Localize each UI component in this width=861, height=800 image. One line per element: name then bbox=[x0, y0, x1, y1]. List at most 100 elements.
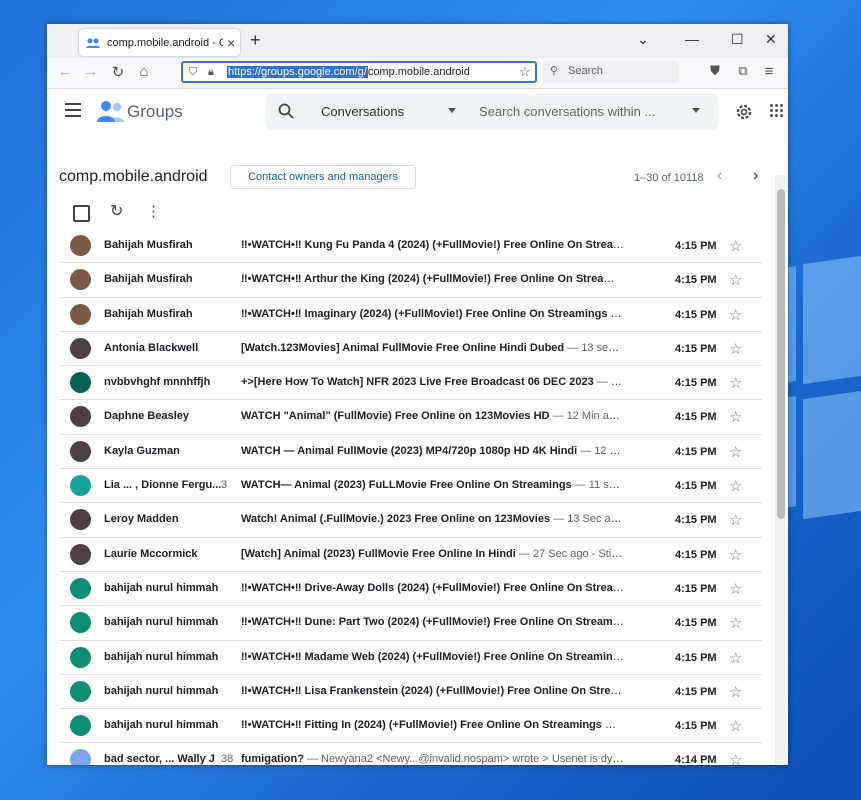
browser-tab[interactable]: comp.mobile.android - Google Groups × bbox=[79, 29, 240, 56]
close-window-button[interactable]: ✕ bbox=[765, 31, 777, 48]
browser-search-placeholder: Search bbox=[568, 65, 603, 77]
search-options-arrow-icon[interactable] bbox=[692, 108, 700, 113]
star-icon[interactable]: ☆ bbox=[729, 717, 742, 735]
star-icon[interactable]: ☆ bbox=[729, 683, 742, 701]
conversation-row[interactable]: Bahijah Musfirah ‼•WATCH•‼ Imaginary (202… bbox=[59, 298, 762, 332]
timestamp: 4:15 PM bbox=[675, 445, 717, 458]
groups-page: Groups Conversations Search conversation… bbox=[47, 89, 788, 765]
subject-text: ‼•WATCH•‼ Dune: Part Two (2024) (+FullMo… bbox=[241, 616, 624, 629]
star-icon[interactable]: ☆ bbox=[729, 340, 742, 358]
new-tab-button[interactable]: + bbox=[250, 30, 261, 51]
sender-name: Laurie Mccormick bbox=[104, 547, 198, 560]
maximize-button[interactable]: ☐ bbox=[731, 31, 744, 48]
reload-icon[interactable]: ↻ bbox=[108, 63, 128, 81]
more-options-icon[interactable]: ⋮ bbox=[146, 202, 161, 220]
star-icon[interactable]: ☆ bbox=[729, 477, 742, 495]
star-icon[interactable]: ☆ bbox=[729, 443, 742, 461]
conversation-row[interactable]: Leroy Madden Watch! Animal (.FullMovie.) … bbox=[59, 503, 762, 538]
conversation-row[interactable]: bahijah nurul himmah ‼•WATCH•‼ Lisa Frank… bbox=[59, 675, 762, 710]
shield-icon[interactable]: ⛉ bbox=[189, 66, 197, 79]
conversation-row[interactable]: Bahijah Musfirah ‼•WATCH•‼ Arthur the Kin… bbox=[59, 263, 762, 298]
browser-search-field[interactable]: ⚲ Search bbox=[543, 61, 679, 83]
conversation-row[interactable]: bahijah nurul himmah ‼•WATCH•‼ Fitting In… bbox=[59, 709, 762, 744]
avatar bbox=[70, 269, 91, 291]
conversation-row[interactable]: bad sector, ... Wally J 38 fumigation? — N… bbox=[59, 743, 762, 765]
conversation-subject[interactable]: WATCH "Animal" (FullMovie) Free Online o… bbox=[241, 410, 624, 422]
pocket-icon[interactable]: ⛊ bbox=[705, 63, 725, 79]
conversation-row[interactable]: Antonia Blackwell [Watch.123Movies] Anima… bbox=[59, 332, 762, 367]
conversation-row[interactable]: bahijah nurul himmah ‼•WATCH•‼ Madame Web… bbox=[59, 641, 762, 675]
search-conversations-input[interactable]: Search conversations within ... bbox=[479, 104, 655, 119]
conversation-subject[interactable]: ‼•WATCH•‼ Lisa Frankenstein (2024) (+Ful… bbox=[241, 685, 624, 697]
conversation-row[interactable]: Bahijah Musfirah ‼•WATCH•‼ Kung Fu Panda … bbox=[59, 229, 762, 264]
conversation-row[interactable]: Lia ... , Dionne Fergu... 3 WATCH— Animal … bbox=[59, 469, 762, 504]
star-icon[interactable]: ☆ bbox=[729, 580, 742, 598]
conversation-subject[interactable]: ‼•WATCH•‼ Imaginary (2024) (+FullMovie!)… bbox=[241, 308, 624, 320]
conversation-row[interactable]: nvbbvhghf mnnhffjh +>[Here How To Watch] … bbox=[59, 366, 762, 401]
star-icon[interactable]: ☆ bbox=[729, 511, 742, 529]
conversation-subject[interactable]: ‼•WATCH•‼ Kung Fu Panda 4 (2024) (+FullM… bbox=[241, 239, 624, 251]
star-icon[interactable]: ☆ bbox=[729, 614, 742, 632]
subject-text: +>[Here How To Watch] NFR 2023 Live Free… bbox=[241, 376, 594, 389]
subject-text: ‼•WATCH•‼ Imaginary (2024) (+FullMovie!)… bbox=[241, 307, 608, 320]
conversation-subject[interactable]: fumigation? — Newyana2 <Newy...@invalid.… bbox=[241, 753, 624, 765]
select-all-checkbox[interactable] bbox=[73, 205, 90, 222]
url-bar[interactable]: ⛉ 🔒︎ https://groups.google.com/g/comp.mo… bbox=[181, 61, 537, 83]
star-icon[interactable]: ☆ bbox=[729, 649, 742, 667]
star-icon[interactable]: ☆ bbox=[729, 271, 742, 289]
lock-icon[interactable]: 🔒︎ bbox=[208, 66, 214, 79]
google-apps-icon[interactable] bbox=[770, 104, 784, 118]
conversation-subject[interactable]: ‼•WATCH•‼ Fitting In (2024) (+FullMovie!… bbox=[241, 719, 624, 731]
conversation-subject[interactable]: +>[Here How To Watch] NFR 2023 Live Free… bbox=[241, 376, 624, 388]
refresh-icon[interactable]: ↻ bbox=[110, 201, 123, 221]
tab-close-icon[interactable]: × bbox=[227, 35, 235, 51]
snippet-text: — 12 Min ago - Still... bbox=[552, 410, 624, 423]
contact-owners-button[interactable]: Contact owners and managers bbox=[230, 165, 416, 189]
app-menu-icon[interactable]: ≡ bbox=[759, 63, 779, 80]
star-icon[interactable]: ☆ bbox=[729, 408, 742, 426]
conversation-subject[interactable]: ‼•WATCH•‼ Drive-Away Dolls (2024) (+Full… bbox=[241, 582, 624, 594]
bookmark-star-icon[interactable]: ☆ bbox=[519, 64, 531, 80]
snippet-text: — Wrangl... bbox=[596, 376, 624, 389]
subject-text: [Watch] Animal (2023) FullMovie Free Onl… bbox=[241, 547, 516, 560]
conversation-row[interactable]: Laurie Mccormick [Watch] Animal (2023) Fu… bbox=[59, 538, 762, 572]
star-icon[interactable]: ☆ bbox=[729, 751, 742, 765]
forward-icon[interactable]: → bbox=[81, 63, 101, 80]
next-page-icon[interactable]: › bbox=[753, 167, 758, 185]
url-text[interactable]: https://groups.google.com/g/comp.mobile.… bbox=[227, 66, 470, 78]
search-icon[interactable] bbox=[278, 103, 294, 119]
back-icon[interactable]: ← bbox=[55, 63, 75, 80]
conversation-row[interactable]: bahijah nurul himmah ‼•WATCH•‼ Dune: Part… bbox=[59, 606, 762, 641]
search-scope-dropdown[interactable]: Conversations bbox=[321, 104, 404, 119]
conversation-subject[interactable]: [Watch] Animal (2023) FullMovie Free Onl… bbox=[241, 548, 624, 560]
conversation-subject[interactable]: WATCH— Animal (2023) FuLLMovie Free Onli… bbox=[241, 479, 624, 491]
sender-name: bahijah nurul himmah bbox=[104, 650, 219, 663]
conversation-subject[interactable]: [Watch.123Movies] Animal FullMovie Free … bbox=[241, 342, 624, 354]
conversation-subject[interactable]: Watch! Animal (.FullMovie.) 2023 Free On… bbox=[241, 513, 624, 525]
url-path: comp.mobile.android bbox=[367, 66, 470, 78]
main-menu-icon[interactable] bbox=[65, 103, 81, 121]
settings-gear-icon[interactable] bbox=[735, 103, 753, 121]
conversation-row[interactable]: bahijah nurul himmah ‼•WATCH•‼ Drive-Away… bbox=[59, 572, 762, 607]
list-tabs-icon[interactable]: ⌄ bbox=[637, 31, 649, 48]
scrollbar-thumb[interactable] bbox=[777, 189, 785, 519]
home-icon[interactable]: ⌂ bbox=[134, 63, 154, 80]
extensions-icon[interactable]: ⧉ bbox=[733, 63, 753, 79]
minimize-button[interactable]: — bbox=[685, 31, 699, 47]
conversation-subject[interactable]: ‼•WATCH•‼ Dune: Part Two (2024) (+FullMo… bbox=[241, 616, 624, 628]
scrollbar[interactable] bbox=[775, 175, 786, 765]
conversation-row[interactable]: Kayla Guzman WATCH — Animal FullMovie (20… bbox=[59, 435, 762, 470]
conversation-row[interactable]: Daphne Beasley WATCH "Animal" (FullMovie)… bbox=[59, 400, 762, 435]
star-icon[interactable]: ☆ bbox=[729, 546, 742, 564]
conversation-subject[interactable]: ‼•WATCH•‼ Madame Web (2024) (+FullMovie!… bbox=[241, 651, 624, 663]
sender-name: bahijah nurul himmah bbox=[104, 719, 219, 732]
conversation-subject[interactable]: ‼•WATCH•‼ Arthur the King (2024) (+FullM… bbox=[241, 273, 624, 285]
subject-text: ‼•WATCH•‼ Kung Fu Panda 4 (2024) (+FullM… bbox=[241, 239, 624, 251]
conversation-subject[interactable]: WATCH — Animal FullMovie (2023) MP4/720p… bbox=[241, 445, 624, 457]
star-icon[interactable]: ☆ bbox=[729, 237, 742, 255]
avatar bbox=[70, 680, 91, 702]
star-icon[interactable]: ☆ bbox=[729, 374, 742, 392]
scope-dropdown-arrow-icon[interactable] bbox=[448, 108, 456, 113]
previous-page-icon[interactable]: ‹ bbox=[717, 167, 722, 185]
star-icon[interactable]: ☆ bbox=[729, 306, 742, 324]
